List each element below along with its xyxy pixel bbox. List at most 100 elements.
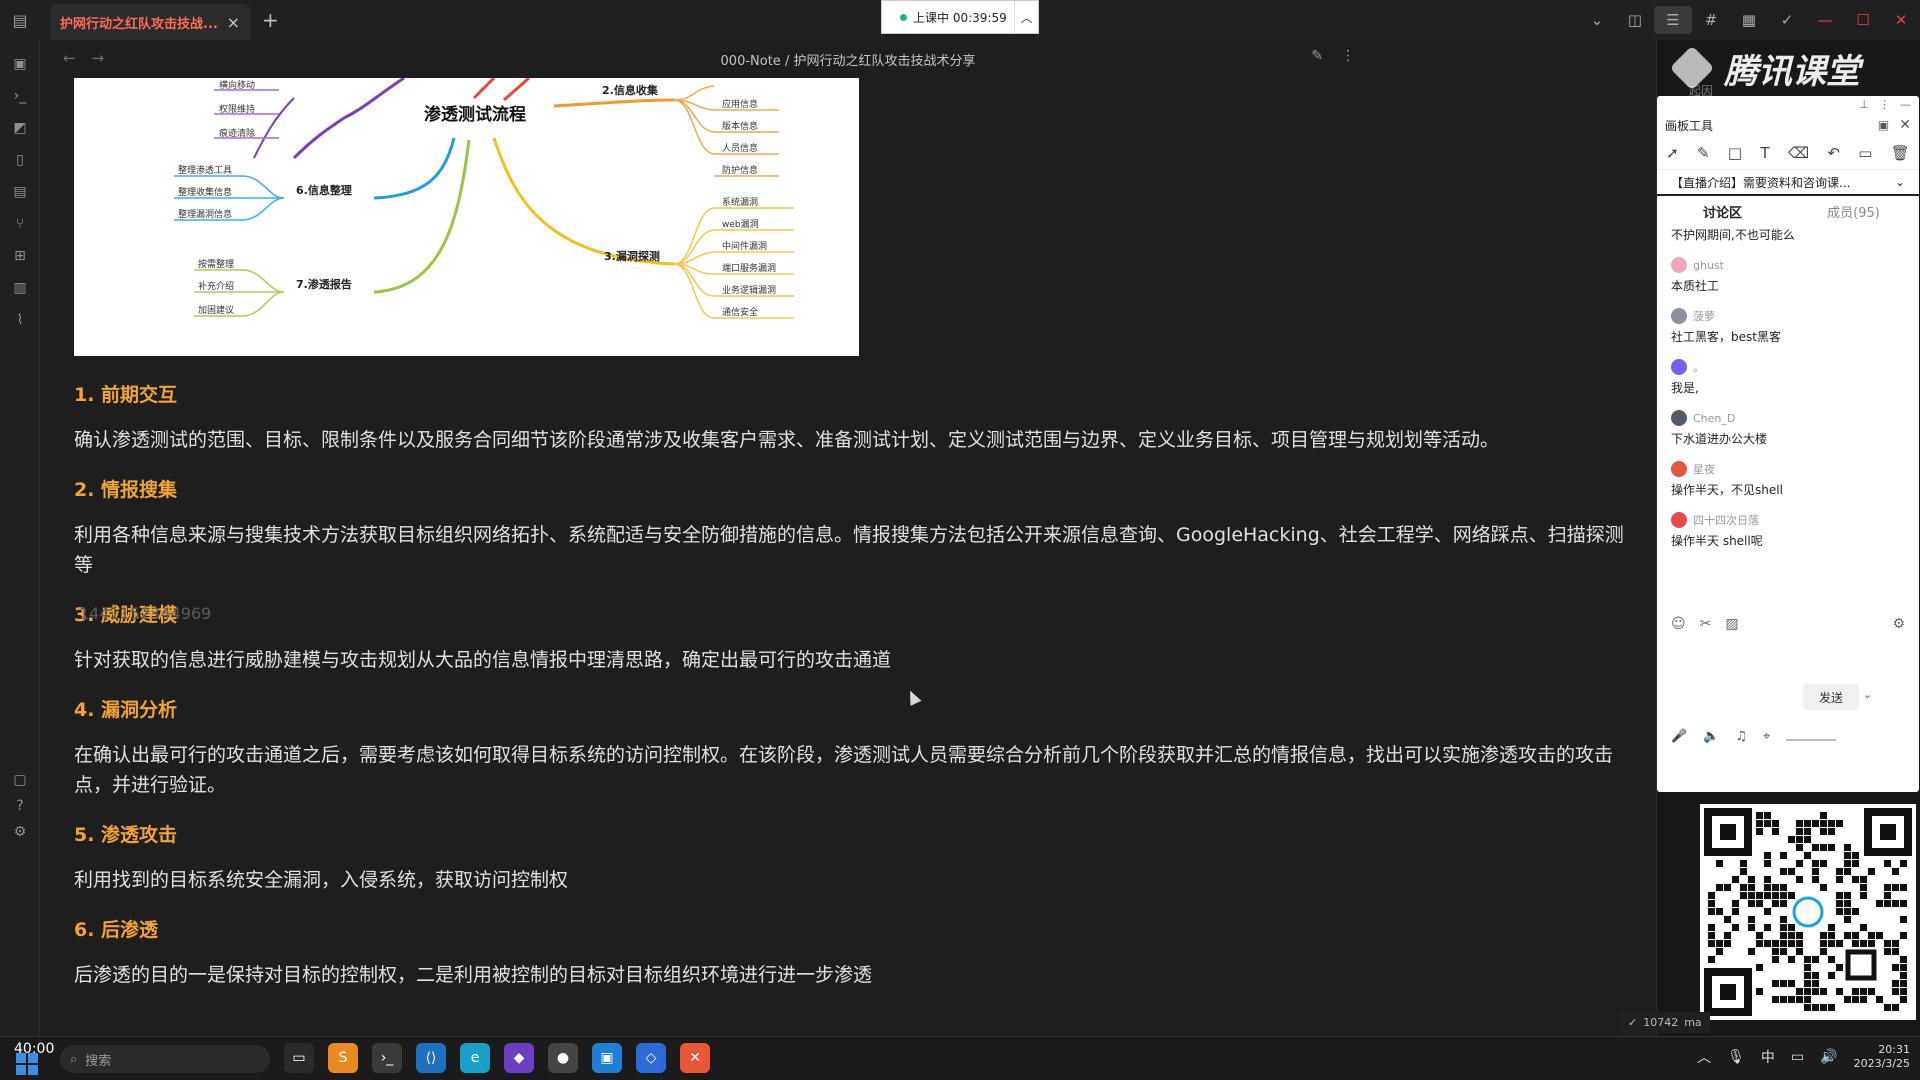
chevron-up-icon[interactable]: ︿ (1014, 1, 1038, 33)
close-icon[interactable]: ✕ (1899, 117, 1911, 133)
obsidian-icon[interactable]: ◆ (504, 1043, 534, 1073)
qr-module (1844, 860, 1851, 867)
microphone-icon[interactable]: 🎙 (1727, 1049, 1745, 1065)
scissors-icon[interactable]: ✂ (1700, 616, 1712, 632)
qr-module (1748, 900, 1755, 907)
volume-icon[interactable]: 🔊 (1820, 1049, 1837, 1065)
tencent-meeting-icon[interactable]: ▣ (592, 1043, 622, 1073)
chat-username: 菠萝 (1693, 310, 1715, 323)
qr-module (1772, 940, 1779, 947)
chat-messages: 不护网期间,不也可能么 ghust 本质社工 菠萝 社工黑客，best黑客 。 … (1657, 226, 1919, 549)
table-icon[interactable]: ⊞ (0, 240, 40, 272)
speaker-icon[interactable]: 🔈 (1703, 729, 1719, 744)
microphone-icon[interactable]: 🎤 (1671, 729, 1687, 744)
qr-module (1780, 892, 1787, 899)
qr-module (1780, 932, 1787, 939)
clock-date: 2023/3/25 (1853, 1057, 1910, 1070)
qr-module (1740, 868, 1747, 875)
mindmap-leaf: 人员信息 (722, 142, 758, 154)
chevron-down-icon[interactable]: ⌄ (1863, 688, 1872, 701)
outline-icon[interactable]: ☰ (1654, 6, 1692, 34)
layout-icon[interactable]: ▥ (0, 272, 40, 304)
file-icon[interactable]: ▯ (0, 144, 40, 176)
settings-icon[interactable]: ⚙ (0, 816, 40, 848)
more-options-icon[interactable]: ⋮ (1879, 98, 1890, 112)
hashtag-icon[interactable]: # (1692, 0, 1730, 40)
qr-module (1780, 852, 1787, 859)
edge-icon[interactable]: e (460, 1043, 490, 1073)
tab-active[interactable]: 护网行动之红队攻击技战... × (50, 4, 250, 40)
qr-module (1796, 948, 1803, 955)
qr-module (1732, 900, 1739, 907)
rectangle-icon[interactable]: □ (1728, 144, 1742, 162)
qr-module (1828, 1004, 1835, 1011)
taskbar-search[interactable]: ⌕ 搜索 (60, 1045, 270, 1073)
mindmap-svg: 横向移动 权限维持 痕迹清除 渗透测试流程 2.信息收集 应用信息 版本信息 人… (174, 76, 794, 319)
sidebar-toggle-icon[interactable]: ▤ (0, 0, 40, 40)
tab-members[interactable]: 成员(95) (1788, 202, 1919, 221)
qr-module (1812, 972, 1819, 979)
recorder-icon[interactable]: ● (548, 1043, 578, 1073)
split-view-icon[interactable]: ◫ (1616, 0, 1654, 40)
eraser-icon[interactable]: ⌫ (1788, 144, 1809, 162)
undo-icon[interactable]: ↶ (1827, 144, 1840, 162)
qr-module (1892, 884, 1899, 891)
maximize-icon[interactable]: ☐ (1844, 0, 1882, 40)
minimize-icon[interactable]: — (1806, 0, 1844, 40)
display-icon[interactable]: ▭ (1791, 1049, 1804, 1065)
emoji-icon[interactable]: ☺ (1671, 616, 1686, 632)
pin-icon[interactable]: ⊥ (1859, 98, 1869, 112)
qr-module (1836, 892, 1843, 899)
edit-pencil-icon[interactable]: ✎ (1311, 48, 1323, 64)
system-clock[interactable]: 20:31 2023/3/25 (1854, 1043, 1910, 1071)
screen-icon[interactable]: ▭ (1858, 144, 1872, 162)
vscode-icon[interactable]: ⟨⟩ (416, 1043, 446, 1073)
qr-module (1780, 996, 1787, 1003)
section-body: 利用各种信息来源与搜集技术方法获取目标组织网络拓扑、系统配适与安全防御措施的信息… (74, 524, 1624, 576)
music-icon[interactable]: ♫ (1735, 729, 1747, 744)
git-icon[interactable]: ⑂ (0, 208, 40, 240)
calendar-icon[interactable]: ▤ (0, 176, 40, 208)
settings-icon[interactable]: ⚙ (1892, 616, 1905, 632)
popout-icon[interactable]: ▣ (1878, 118, 1889, 132)
tab-discussion[interactable]: 讨论区 (1657, 202, 1788, 221)
terminal-icon[interactable]: ›_ (0, 80, 40, 112)
chevron-up-icon[interactable]: ︿ (1697, 1047, 1711, 1067)
chevron-down-icon[interactable]: ⌄ (1578, 0, 1616, 40)
qr-module (1900, 964, 1907, 971)
new-tab-icon[interactable]: + (262, 8, 279, 32)
window-close-icon[interactable]: ✕ (1882, 0, 1920, 40)
close-icon[interactable]: × (227, 13, 240, 32)
link-icon[interactable]: ⌇ (0, 304, 40, 336)
mindmap-leaf: 横向移动 (219, 79, 255, 91)
terminal-app-icon[interactable]: ›_ (372, 1043, 402, 1073)
burp-icon[interactable]: ✕ (680, 1043, 710, 1073)
task-view-icon[interactable]: ▭ (284, 1043, 314, 1073)
qr-module (1836, 908, 1843, 915)
pointer-icon[interactable]: ➚ (1666, 144, 1679, 162)
trash-icon[interactable]: 🗑 (1891, 144, 1910, 162)
sublime-icon[interactable]: S (328, 1043, 358, 1073)
calendar-icon[interactable]: ▦ (1730, 0, 1768, 40)
network-app-icon[interactable]: ◇ (636, 1043, 666, 1073)
minimize-icon[interactable]: — (1900, 98, 1911, 112)
qr-module (1796, 932, 1803, 939)
image-icon[interactable]: ▨ (1725, 616, 1738, 632)
canvas-icon[interactable]: ◩ (0, 112, 40, 144)
qr-module (1812, 844, 1819, 851)
qr-module (1716, 908, 1723, 915)
more-options-icon[interactable]: ⋮ (1341, 48, 1355, 64)
check-icon[interactable]: ✓ (1768, 0, 1806, 40)
avatar (1671, 410, 1687, 426)
course-selector[interactable]: 【直播介绍】需要资料和咨询课... ⌄ (1657, 170, 1919, 196)
ime-icon[interactable]: 中 (1761, 1047, 1775, 1067)
graph-icon[interactable]: ▣ (0, 48, 40, 80)
qr-module (1772, 996, 1779, 1003)
text-icon[interactable]: T (1760, 144, 1769, 162)
section-body: 针对获取的信息进行威胁建模与攻击规划从大品的信息情报中理清思路，确定出最可行的攻… (74, 649, 892, 671)
qr-module (1788, 836, 1795, 843)
location-icon[interactable]: ⌖ (1763, 729, 1770, 744)
qr-module (1708, 908, 1715, 915)
send-button[interactable]: 发送 (1803, 684, 1859, 710)
pen-icon[interactable]: ✎ (1697, 144, 1710, 162)
